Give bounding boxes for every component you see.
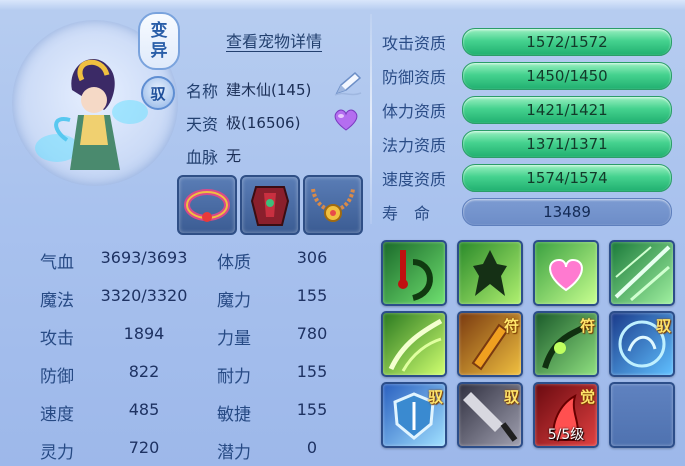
attribute-label: 魔力 [217,291,251,311]
heart-bond-skill[interactable] [533,240,599,306]
attribute-value: 155 [296,400,328,419]
stat-label: 攻击 [40,329,74,349]
blood-drain-skill[interactable] [381,240,447,306]
view-pet-details-link[interactable]: 查看宠物详情 [226,28,322,52]
awakening-fist-skill[interactable]: 觉 5/5级 [533,382,599,448]
bloodline-label: 血脉 [186,148,219,167]
stat-label: 气血 [40,253,74,273]
skill-tag: 驭 [427,388,443,406]
wind-slash-icon [614,245,671,302]
aptitude-label: 防御资质 [382,68,447,87]
stat-label: 防御 [40,367,74,387]
skill-tag: 觉 [579,388,595,406]
bloodline-value: 无 [226,147,242,165]
heart-bond-icon [549,258,583,292]
variant-badge-line2: 异 [150,41,168,61]
aptitude-bar: 1450/1450 [462,62,672,90]
aptitude-value: 1421/1421 [526,101,608,119]
skill-tag: 驭 [655,317,671,335]
attribute-value: 155 [296,362,328,381]
talisman-vine-skill[interactable]: 符 [533,311,599,377]
lifespan-bar: 13489 [462,198,672,226]
skill-level: 5/5级 [547,427,585,443]
attribute-label: 耐力 [217,367,251,387]
aptitude-value: 1574/1574 [526,169,608,187]
stat-label: 灵力 [40,443,74,463]
name-label: 名称 [186,82,219,101]
equip-slot-necklace[interactable] [303,175,363,235]
steel-blade-skill[interactable]: 驭 [457,382,523,448]
stat-label: 魔法 [40,291,74,311]
vine-lash-icon [388,318,443,372]
attribute-label: 潜力 [217,443,251,463]
attribute-value: 155 [296,286,328,305]
purple-heart-icon [333,108,359,132]
talent-label: 天资 [186,115,219,134]
wind-slash-skill[interactable] [609,240,675,306]
attribute-value: 0 [306,438,318,457]
talent-value: 极(16506) [226,114,301,132]
panel-top-edge [0,0,685,10]
aptitude-label: 攻击资质 [382,34,447,53]
stat-value: 1894 [123,324,165,343]
blue-shield-skill[interactable]: 驭 [381,382,447,448]
lifespan-label: 寿 命 [382,204,431,223]
attribute-value: 306 [296,248,328,267]
stat-value: 3693/3693 [100,248,188,267]
aptitude-bar: 1421/1421 [462,96,672,124]
aptitude-bar: 1371/1371 [462,130,672,158]
stat-label: 速度 [40,405,74,425]
aptitude-bar: 1572/1572 [462,28,672,56]
collar-icon [184,189,230,222]
attribute-label: 力量 [217,329,251,349]
aptitude-value: 1450/1450 [526,67,608,85]
necklace-icon [311,188,355,222]
shadow-warrior-icon [473,250,507,296]
water-orb-skill[interactable]: 驭 [609,311,675,377]
variant-badge-line1: 变 [150,21,168,41]
attribute-label: 敏捷 [217,405,251,425]
section-divider [370,14,372,224]
edit-pencil-icon[interactable] [333,71,363,97]
armor-icon [250,186,290,226]
talisman-blade-skill[interactable]: 符 [457,311,523,377]
blood-drain-icon [398,250,433,301]
skill-tag: 驭 [503,388,519,406]
aptitude-value: 1371/1371 [526,135,608,153]
stat-value: 720 [128,438,160,457]
stat-value: 485 [128,400,160,419]
shadow-warrior-skill[interactable] [457,240,523,306]
equip-slot-collar[interactable] [177,175,237,235]
tame-badge: 驭 [141,76,175,110]
lifespan-value: 13489 [543,203,591,221]
aptitude-value: 1572/1572 [526,33,608,51]
aptitude-bar: 1574/1574 [462,164,672,192]
vine-lash-skill[interactable] [381,311,447,377]
stat-value: 3320/3320 [100,286,188,305]
aptitude-label: 法力资质 [382,136,447,155]
skill-tag: 符 [579,317,595,335]
skill-tag: 符 [503,317,519,335]
aptitude-label: 体力资质 [382,102,447,121]
stat-value: 822 [128,362,160,381]
equip-slot-armor[interactable] [240,175,300,235]
name-value: 建木仙(145) [226,81,312,99]
attribute-label: 体质 [217,253,251,273]
variant-badge: 变 异 [138,12,180,70]
empty-skill-slot[interactable] [609,382,675,448]
aptitude-label: 速度资质 [382,170,447,189]
attribute-value: 780 [296,324,328,343]
